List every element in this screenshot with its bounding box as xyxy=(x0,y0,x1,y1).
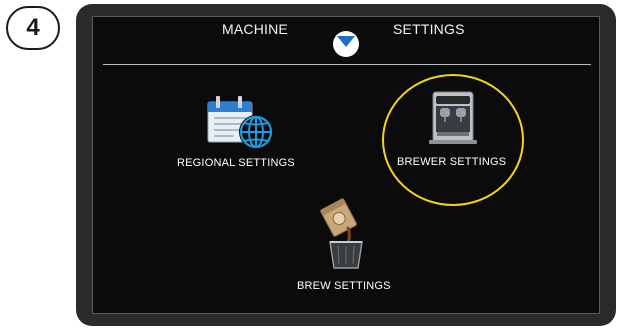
regional-settings-button[interactable]: REGIONAL SETTINGS xyxy=(170,90,300,180)
step-number-badge: 4 xyxy=(6,6,60,50)
brewer-settings-button[interactable]: BREWER SETTINGS xyxy=(392,86,518,186)
calendar-globe-icon xyxy=(207,96,273,149)
brewer-settings-label: BREWER SETTINGS xyxy=(397,156,507,168)
coffee-bag-pour-icon xyxy=(320,198,363,269)
toggle-indicator-icon[interactable] xyxy=(330,28,362,60)
brewer-machine-icon xyxy=(429,91,477,144)
brew-settings-button[interactable]: BREW SETTINGS xyxy=(290,198,410,294)
tab-machine[interactable]: MACHINE xyxy=(222,21,288,37)
regional-settings-label: REGIONAL SETTINGS xyxy=(177,157,295,169)
header-divider xyxy=(103,64,591,65)
tab-settings[interactable]: SETTINGS xyxy=(393,21,465,37)
brew-settings-label: BREW SETTINGS xyxy=(297,280,391,292)
